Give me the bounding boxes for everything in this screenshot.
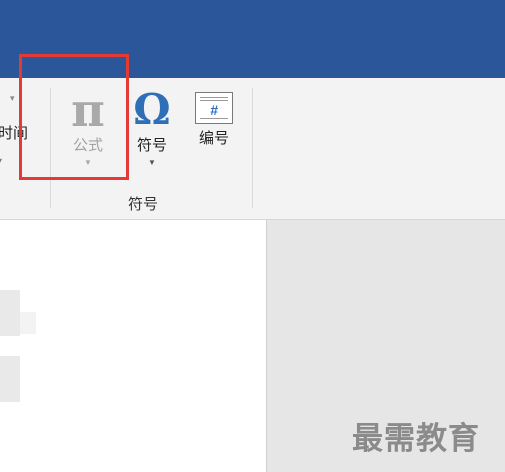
watermark: 最需教育 <box>352 421 480 456</box>
number-icon: # <box>195 92 233 124</box>
dropdown-marker-icon[interactable]: ▾ <box>10 93 15 104</box>
document-content <box>20 312 36 334</box>
number-label: 编号 <box>198 130 229 147</box>
chevron-down-icon: ▼ <box>148 158 156 167</box>
symbol-button[interactable]: Ω 符号 ▼ <box>125 84 179 174</box>
chevron-down-icon[interactable]: ▾ <box>0 156 2 165</box>
document-content <box>0 290 20 336</box>
symbol-label: 符号 <box>136 137 167 154</box>
number-button[interactable]: # 编号 <box>186 84 242 164</box>
group-separator <box>252 88 253 208</box>
document-page[interactable] <box>0 220 267 472</box>
highlight-box <box>19 54 129 180</box>
document-content <box>0 356 20 402</box>
omega-icon: Ω <box>133 85 171 134</box>
symbols-group-label: 符号 <box>128 196 159 213</box>
